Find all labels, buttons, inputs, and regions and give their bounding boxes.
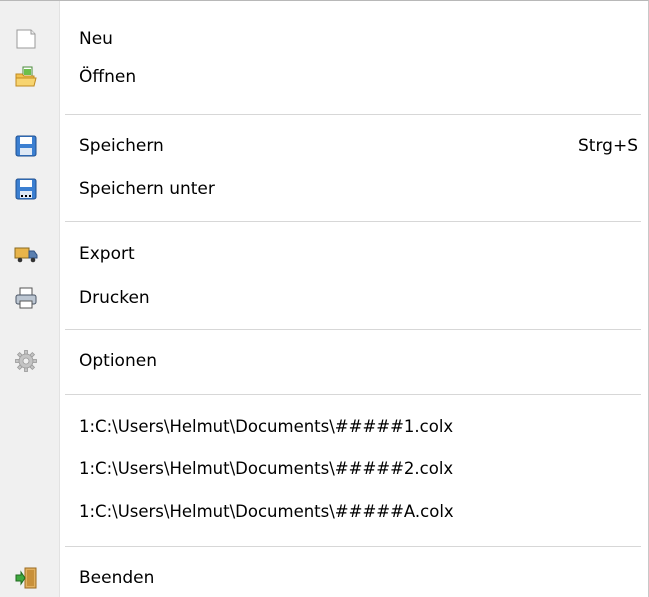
gear-icon bbox=[14, 349, 38, 373]
recent-file-item[interactable]: 1:C:\Users\Helmut\Documents\#####2.colx bbox=[0, 450, 648, 488]
menu-separator bbox=[65, 394, 641, 396]
menu-item-label: Optionen bbox=[79, 351, 157, 371]
menu-separator bbox=[65, 221, 641, 223]
open-folder-icon bbox=[14, 65, 38, 89]
menu-separator bbox=[65, 114, 641, 116]
menu-item-save-as[interactable]: Speichern unter bbox=[0, 170, 648, 208]
menu-item-export[interactable]: Export bbox=[0, 235, 648, 273]
menu-separator bbox=[65, 546, 641, 548]
save-disk-icon bbox=[14, 134, 38, 158]
menu-item-open[interactable]: Öffnen bbox=[0, 58, 648, 96]
exit-door-icon bbox=[14, 566, 38, 590]
menu-item-print[interactable]: Drucken bbox=[0, 279, 648, 317]
menu-item-label: Neu bbox=[79, 29, 113, 49]
menu-item-label: Drucken bbox=[79, 288, 150, 308]
menu-item-new[interactable]: Neu bbox=[0, 20, 648, 58]
recent-file-item[interactable]: 1:C:\Users\Helmut\Documents\#####1.colx bbox=[0, 408, 648, 446]
menu-item-label: Speichern unter bbox=[79, 179, 215, 199]
menu-separator bbox=[65, 329, 641, 331]
menu-item-exit[interactable]: Beenden bbox=[0, 559, 648, 597]
new-document-icon bbox=[14, 27, 38, 51]
file-menu: Neu Öffnen Speichern Strg+S Speichern un… bbox=[0, 0, 649, 597]
recent-file-item[interactable]: 1:C:\Users\Helmut\Documents\#####A.colx bbox=[0, 493, 648, 531]
printer-icon bbox=[14, 286, 38, 310]
menu-item-label: Speichern bbox=[79, 136, 164, 156]
menu-item-label: Beenden bbox=[79, 568, 155, 588]
menu-item-label: Öffnen bbox=[79, 67, 137, 87]
menu-item-options[interactable]: Optionen bbox=[0, 342, 648, 380]
menu-item-label: Export bbox=[79, 244, 135, 264]
recent-file-path: 1:C:\Users\Helmut\Documents\#####2.colx bbox=[79, 459, 454, 478]
shortcut-label: Strg+S bbox=[578, 136, 638, 156]
recent-file-path: 1:C:\Users\Helmut\Documents\#####A.colx bbox=[79, 502, 454, 521]
export-truck-icon bbox=[14, 242, 38, 266]
save-as-disk-icon bbox=[14, 177, 38, 201]
menu-item-save[interactable]: Speichern Strg+S bbox=[0, 127, 648, 165]
recent-file-path: 1:C:\Users\Helmut\Documents\#####1.colx bbox=[79, 417, 454, 436]
